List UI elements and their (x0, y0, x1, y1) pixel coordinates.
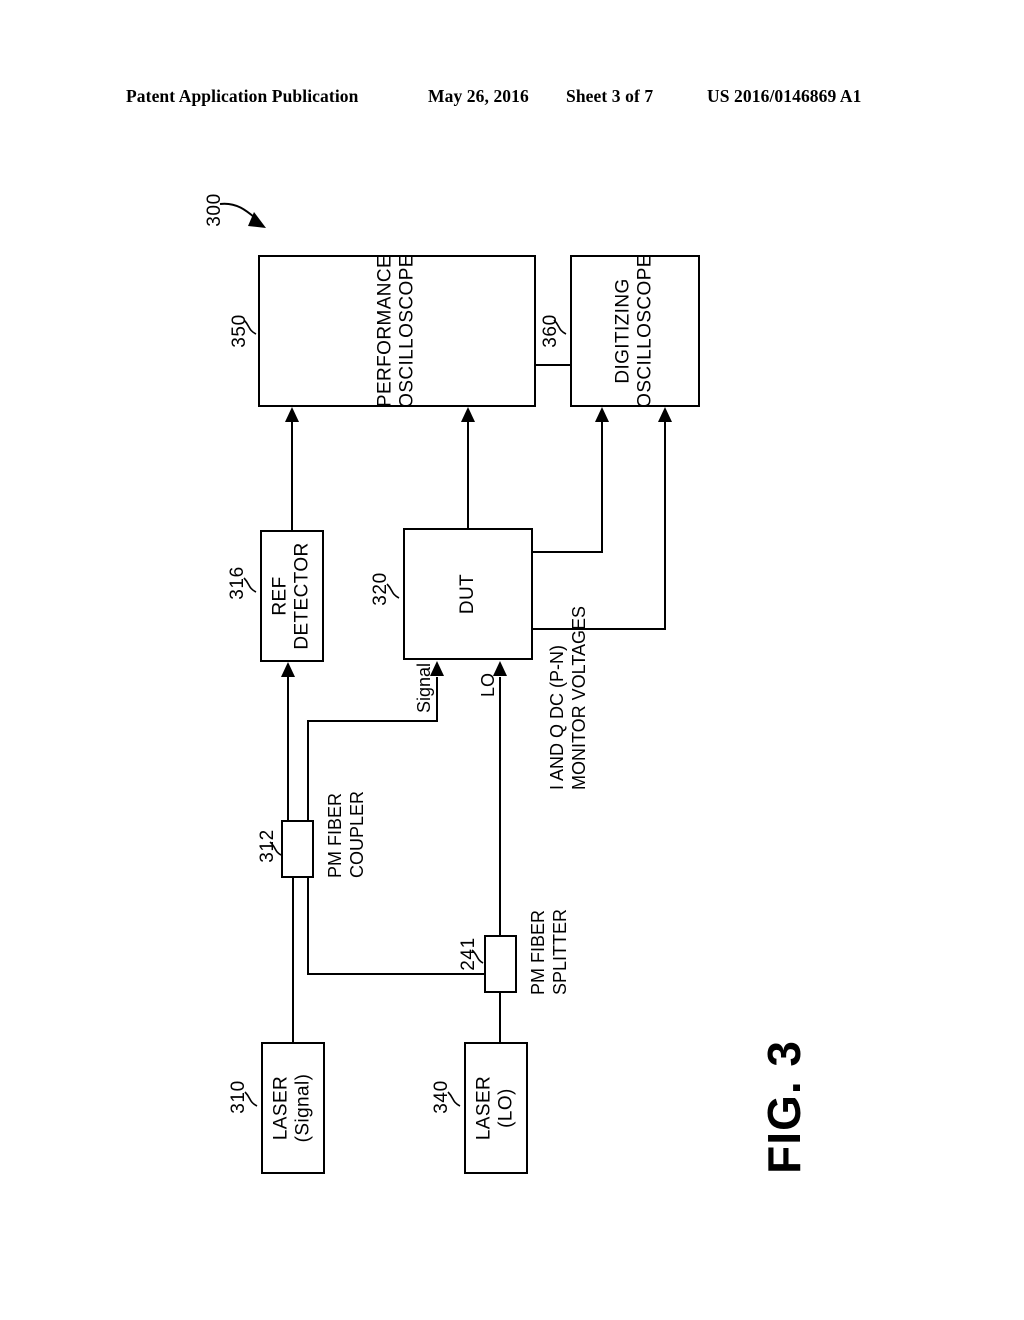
block-laser-signal: LASER (Signal) (261, 1042, 325, 1174)
lead-line-241 (471, 949, 484, 964)
lead-line-312 (269, 841, 282, 856)
connector-laser-signal-to-coupler (292, 878, 294, 1042)
label-monitor-voltages: I AND Q DC (P-N) MONITOR VOLTAGES (547, 605, 589, 790)
block-laser-signal-label: LASER (Signal) (270, 1073, 314, 1143)
lead-line-350 (243, 319, 257, 335)
figure-caption: FIG. 3 (758, 1040, 810, 1174)
lead-line-320 (386, 583, 400, 599)
lead-line-316 (243, 577, 257, 593)
arrowhead-dut-monitor-2 (658, 407, 672, 422)
connector-dut-monitor-2-riser (664, 422, 666, 630)
connector-signal-into-dut (436, 677, 438, 722)
block-ref-detector-label: REF DETECTOR (269, 542, 313, 650)
connector-dut-to-performance-scope (467, 422, 469, 528)
connector-scope-to-scope (536, 364, 572, 366)
connector-coupler-signal-horizontal (307, 720, 438, 722)
block-laser-lo-label: LASER (LO) (473, 1075, 517, 1141)
label-signal: Signal (414, 662, 434, 713)
connector-splitter-to-coupler-horizontal (307, 973, 484, 975)
block-digitizing-oscilloscope: DIGITIZING OSCILLOSCOPE (570, 254, 700, 408)
connector-laser-lo-to-splitter (499, 993, 501, 1042)
lead-line-360 (553, 319, 567, 335)
block-performance-oscilloscope-label: PERFORMANCE OSCILLOSCOPE (374, 254, 418, 408)
block-digitizing-oscilloscope-label: DIGITIZING OSCILLOSCOPE (612, 254, 656, 408)
block-dut: DUT (403, 528, 533, 660)
arrowhead-coupler-to-ref-detector (281, 662, 295, 677)
block-performance-oscilloscope: PERFORMANCE OSCILLOSCOPE (258, 254, 536, 408)
lead-line-310 (244, 1091, 258, 1107)
connector-splitter-to-dut-lo (499, 677, 501, 935)
arrowhead-dut-monitor-1 (595, 407, 609, 422)
arrowhead-dut-to-performance-scope (461, 407, 475, 422)
block-dut-label: DUT (456, 573, 478, 615)
connector-dut-monitor-1-horizontal (533, 551, 603, 553)
arrowhead-ref-detector-to-performance-scope (285, 407, 299, 422)
block-laser-lo: LASER (LO) (464, 1042, 528, 1174)
block-ref-detector: REF DETECTOR (260, 530, 324, 662)
lead-arrow-300 (219, 202, 266, 228)
figure-3-block-diagram: 300 PERFORMANCE OSCILLOSCOPE 350 DIGITIZ… (0, 0, 1024, 1320)
connector-coupler-signal-riser (307, 720, 309, 820)
label-pm-fiber-coupler: PM FIBER COUPLER (325, 790, 367, 878)
label-lo: LO (478, 672, 498, 697)
label-pm-fiber-splitter: PM FIBER SPLITTER (528, 908, 570, 995)
connector-coupler-to-ref-detector (287, 677, 289, 820)
connector-dut-monitor-1-riser (601, 422, 603, 553)
connector-splitter-to-coupler-riser (307, 878, 309, 975)
connector-ref-detector-to-performance-scope (291, 422, 293, 530)
lead-line-340 (447, 1091, 461, 1107)
